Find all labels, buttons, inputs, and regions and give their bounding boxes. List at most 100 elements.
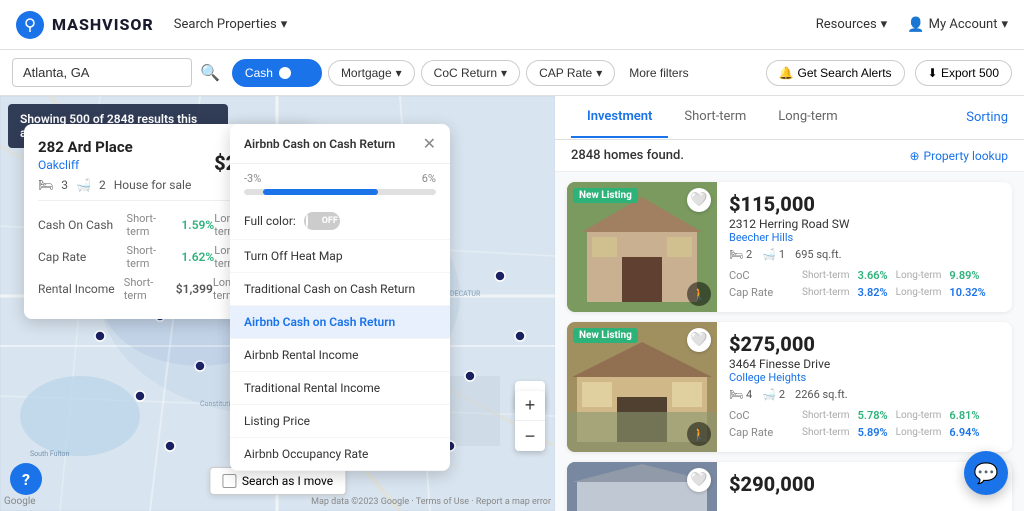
cash-toggle[interactable] xyxy=(277,65,309,81)
listing-heart-button-0[interactable]: 🤍 xyxy=(687,188,711,212)
dropdown-title: Airbnb Cash on Cash Return xyxy=(244,137,395,151)
bath-icon-1: 🛁 xyxy=(762,388,776,401)
stat-label-rent: Rental Income xyxy=(38,282,124,296)
listing-card-0: 🤍 New Listing 🚶 $115,000 2312 Herring Ro… xyxy=(567,182,1012,312)
tab-long-term[interactable]: Long-term xyxy=(762,97,853,138)
google-logo: Google xyxy=(4,496,36,507)
tab-short-term[interactable]: Short-term xyxy=(668,97,762,138)
location-input[interactable] xyxy=(12,58,192,87)
header-right: Resources ▾ 👤 My Account ▾ xyxy=(816,17,1008,33)
dropdown-close-button[interactable]: ✕ xyxy=(423,134,436,153)
search-as-move-checkbox[interactable] xyxy=(222,474,236,488)
full-color-toggle[interactable]: OFF xyxy=(304,212,340,230)
metric-short-coc-1: 5.78% xyxy=(858,409,888,422)
metric-cap-0: Cap Rate Short-term 3.82% Long-term 10.3… xyxy=(729,284,1000,301)
logo-text: MASHVISOR xyxy=(52,15,154,34)
right-tabs: Investment Short-term Long-term Sorting xyxy=(555,96,1024,140)
search-button[interactable]: 🔍 xyxy=(200,63,220,83)
metric-long-coc-1: 6.81% xyxy=(949,409,979,422)
chat-fab-button[interactable]: 💬 xyxy=(964,451,1008,495)
stat-short-coc: Short-term 1.59% xyxy=(127,212,215,238)
svg-text:DECATUR: DECATUR xyxy=(450,290,481,298)
metric-coc-0: CoC Short-term 3.66% Long-term 9.89% xyxy=(729,267,1000,284)
logo[interactable]: MASHVISOR xyxy=(16,11,154,39)
dropdown-item-2[interactable]: Airbnb Cash on Cash Return xyxy=(230,306,450,339)
bed-icon-1: 🛏 xyxy=(729,388,743,401)
listing-price-2: $290,000 xyxy=(729,472,1000,496)
help-button[interactable]: ? xyxy=(10,463,42,495)
cash-filter-button[interactable]: Cash xyxy=(232,59,322,87)
range-fill xyxy=(263,189,378,195)
listing-card-2: 🤍 $290,000 xyxy=(567,462,1012,511)
full-color-toggle-row: Full color: OFF xyxy=(230,203,450,240)
walk-score-button-1[interactable]: 🚶 xyxy=(687,422,711,446)
listing-heart-button-1[interactable]: 🤍 xyxy=(687,328,711,352)
listing-specs-1: 🛏 4 🛁 2 2266 sq.ft. xyxy=(729,388,1000,401)
header: MASHVISOR Search Properties ▾ Resources … xyxy=(0,0,1024,50)
get-search-alerts-button[interactable]: 🔔 Get Search Alerts xyxy=(766,60,905,86)
results-count: 2848 homes found. xyxy=(571,148,684,163)
metric-long-cap-0: 10.32% xyxy=(949,286,985,299)
dropdown-item-1[interactable]: Traditional Cash on Cash Return xyxy=(230,273,450,306)
coc-return-filter-button[interactable]: CoC Return ▾ xyxy=(421,60,520,86)
dropdown-item-0[interactable]: Turn Off Heat Map xyxy=(230,240,450,273)
listing-beds-1: 🛏 4 xyxy=(729,388,752,401)
dropdown-item-4[interactable]: Traditional Rental Income xyxy=(230,372,450,405)
map-container[interactable]: ATLANTA South Fulton Constitution DECATU… xyxy=(0,96,555,511)
bed-icon-0: 🛏 xyxy=(729,248,743,261)
listing-info-0: $115,000 2312 Herring Road SW Beecher Hi… xyxy=(717,182,1012,312)
listing-beds-0: 🛏 2 xyxy=(729,248,752,261)
dropdown-item-3[interactable]: Airbnb Rental Income xyxy=(230,339,450,372)
metric-label-coc-1: CoC xyxy=(729,409,794,422)
metric-cap-1: Cap Rate Short-term 5.89% Long-term 6.94… xyxy=(729,424,1000,441)
listing-price-1: $275,000 xyxy=(729,332,1000,356)
listing-heart-button-2[interactable]: 🤍 xyxy=(687,468,711,492)
bed-icon: 🛏 xyxy=(38,178,53,192)
listing-metrics-1: CoC Short-term 5.78% Long-term 6.81% Cap… xyxy=(729,407,1000,441)
stat-label-coc: Cash On Cash xyxy=(38,218,127,232)
tab-investment[interactable]: Investment xyxy=(571,97,668,138)
metric-short-cap-0: 3.82% xyxy=(858,286,888,299)
stat-short-rent: Short-term $1,399 xyxy=(124,276,213,302)
listing-image-1: 🤍 New Listing 🚶 xyxy=(567,322,717,452)
metric-label-cap-1: Cap Rate xyxy=(729,426,794,439)
svg-text:South Fulton: South Fulton xyxy=(30,450,69,458)
dropdown-item-5[interactable]: Listing Price xyxy=(230,405,450,438)
listings-container: 🤍 New Listing 🚶 $115,000 2312 Herring Ro… xyxy=(555,172,1024,511)
my-account-nav[interactable]: 👤 My Account ▾ xyxy=(907,17,1008,33)
cap-rate-filter-button[interactable]: CAP Rate ▾ xyxy=(526,60,615,86)
metric-label-cap-0: Cap Rate xyxy=(729,286,794,299)
search-as-move-button[interactable]: Search as I move xyxy=(209,467,346,495)
listing-neighborhood-1[interactable]: College Heights xyxy=(729,371,1000,384)
zoom-in-button[interactable]: + xyxy=(515,391,545,421)
sorting-button[interactable]: Sorting xyxy=(966,110,1008,125)
resources-nav[interactable]: Resources ▾ xyxy=(816,17,887,32)
listing-baths-1: 🛁 2 xyxy=(762,388,785,401)
property-lookup-button[interactable]: ⊕ Property lookup xyxy=(909,149,1008,163)
download-icon: ⬇ xyxy=(928,66,938,80)
cash-label: Cash xyxy=(245,66,273,80)
listing-specs-0: 🛏 2 🛁 1 695 sq.ft. xyxy=(729,248,1000,261)
header-actions: 🔔 Get Search Alerts ⬇ Export 500 xyxy=(766,60,1012,86)
walk-score-button-0[interactable]: 🚶 xyxy=(687,282,711,306)
right-panel: Investment Short-term Long-term Sorting … xyxy=(555,96,1024,511)
dropdown-item-6[interactable]: Airbnb Occupancy Rate xyxy=(230,438,450,471)
listing-info-1: $275,000 3464 Finesse Drive College Heig… xyxy=(717,322,1012,452)
stat-label-cap: Cap Rate xyxy=(38,250,127,264)
account-icon: 👤 xyxy=(907,17,924,33)
zoom-out-button[interactable]: − xyxy=(515,421,545,451)
mortgage-filter-button[interactable]: Mortgage ▾ xyxy=(328,60,415,86)
map-zoom-controls: + − xyxy=(515,391,545,451)
export-button[interactable]: ⬇ Export 500 xyxy=(915,60,1012,86)
card-meta: 🛏 3 🛁 2 House for sale xyxy=(38,178,191,192)
metric-short-coc-0: 3.66% xyxy=(858,269,888,282)
search-properties-nav[interactable]: Search Properties ▾ xyxy=(174,17,288,32)
listing-metrics-0: CoC Short-term 3.66% Long-term 9.89% Cap… xyxy=(729,267,1000,301)
card-address: 282 Ard Place xyxy=(38,138,191,156)
results-bar: 2848 homes found. ⊕ Property lookup xyxy=(555,140,1024,172)
more-filters-button[interactable]: More filters xyxy=(621,61,696,85)
metric-short-cap-1: 5.89% xyxy=(858,426,888,439)
listing-neighborhood-0[interactable]: Beecher Hills xyxy=(729,231,1000,244)
range-labels: -3% 6% xyxy=(244,172,436,185)
card-neighborhood[interactable]: Oakcliff xyxy=(38,158,191,172)
